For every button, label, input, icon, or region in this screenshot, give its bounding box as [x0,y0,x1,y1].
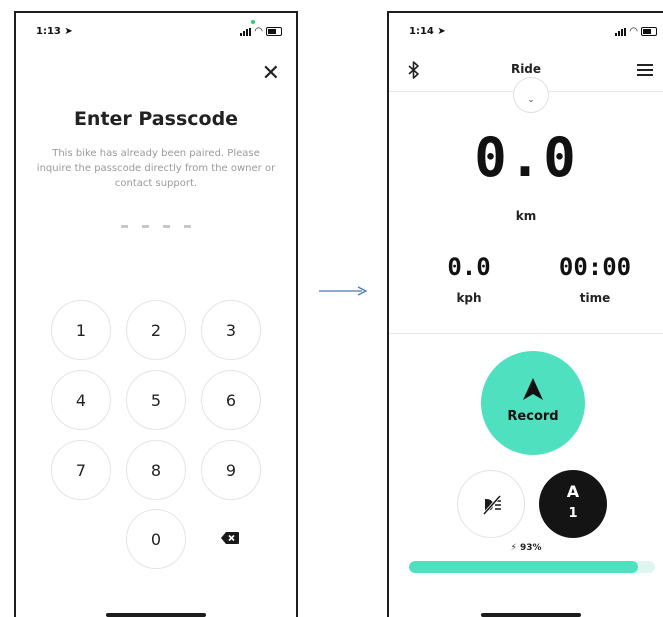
camera-indicator [251,20,255,24]
keypad-key-8[interactable]: 8 [126,440,186,500]
chevron-down-icon[interactable]: ⌄ [513,77,549,113]
wifi-icon: ◠ [629,26,638,37]
ride-screen: 1:14 ➤ ◠ Ride ⌄ 0.0 km 0.0 kph 00:00 tim… [387,11,663,617]
wifi-icon: ◠ [254,26,263,37]
keypad-key-4[interactable]: 4 [51,370,111,430]
menu-icon[interactable] [637,64,653,76]
keypad-key-7[interactable]: 7 [51,440,111,500]
headlight-toggle-button[interactable] [457,470,525,538]
keypad-key-1[interactable]: 1 [51,300,111,360]
backspace-icon[interactable] [221,532,239,544]
signal-icon [615,27,627,36]
keypad-key-3[interactable]: 3 [201,300,261,360]
speed-value: 0.0 [447,253,491,281]
battery-percent: ⚡ 93% [510,543,542,553]
keypad-key-9[interactable]: 9 [201,440,261,500]
speed-unit: kph [456,291,482,305]
navigation-arrow-icon [523,378,543,400]
passcode-dot [121,225,128,228]
passcode-dot [142,225,149,228]
passcode-dot [184,225,191,228]
headlight-off-icon [482,495,502,515]
battery-progress-fill [409,561,638,573]
time-value: 00:00 [558,253,632,281]
passcode-dot [163,225,170,228]
keypad-key-0[interactable]: 0 [126,509,186,569]
nav-title: Ride [510,62,542,76]
assist-letter: A [566,482,580,501]
status-bar: 1:13 ➤ ◠ [16,13,296,53]
assist-level-button[interactable]: A 1 [539,470,607,538]
home-indicator [106,613,206,617]
record-button[interactable]: Record [481,351,585,455]
home-indicator [481,613,581,617]
record-label: Record [507,409,559,424]
keypad-key-5[interactable]: 5 [126,370,186,430]
close-icon[interactable]: ✕ [262,61,280,86]
keypad-key-6[interactable]: 6 [201,370,261,430]
status-bar: 1:14 ➤ ◠ [389,13,663,53]
battery-progress-bar [409,561,655,573]
bolt-icon: ⚡ [510,543,517,553]
passcode-dots [16,225,296,228]
page-title: Enter Passcode [73,108,239,130]
status-icons: ◠ [240,26,282,37]
status-time: 1:13 ➤ [36,26,73,37]
passcode-screen: 1:13 ➤ ◠ ✕ Enter Passcode This bike has … [14,11,298,617]
battery-icon [641,27,657,36]
status-time: 1:14 ➤ [409,26,446,37]
battery-icon [266,27,282,36]
transition-arrow-icon [319,286,368,296]
signal-icon [240,27,252,36]
assist-level: 1 [568,506,578,521]
status-icons: ◠ [615,26,657,37]
passcode-description: This bike has already been paired. Pleas… [36,148,276,189]
divider [389,333,663,334]
distance-value: 0.0 [474,126,578,189]
keypad-key-2[interactable]: 2 [126,300,186,360]
time-label: time [579,291,611,305]
distance-unit: km [515,209,537,223]
